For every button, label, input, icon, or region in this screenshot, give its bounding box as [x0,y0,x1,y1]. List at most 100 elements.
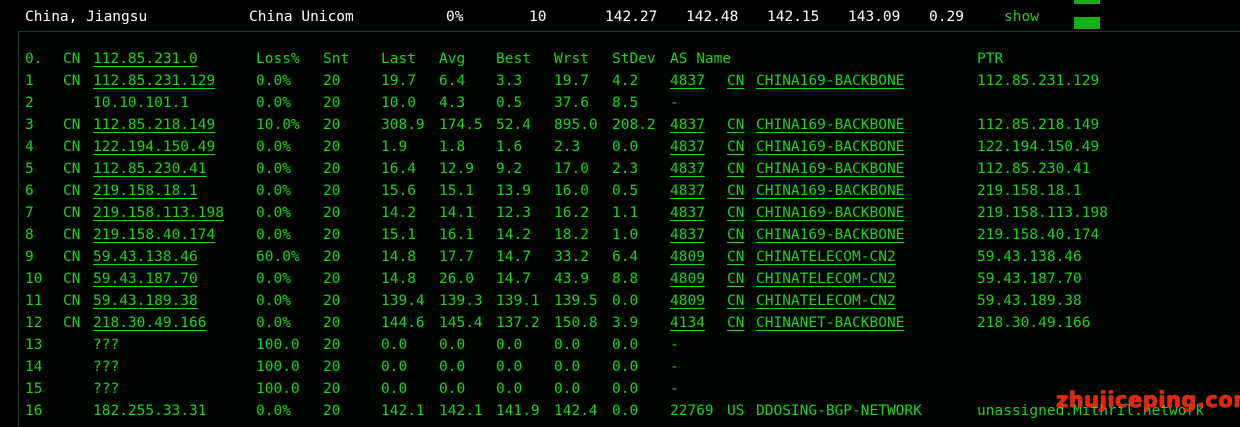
hop-asn[interactable]: - [670,378,679,400]
hop-asname[interactable]: CHINATELECOM-CN2 [756,246,896,268]
hop-host[interactable]: 59.43.187.70 [93,268,198,290]
hop-host[interactable]: 112.85.218.149 [93,114,215,136]
hop-best: 3.3 [496,73,523,89]
hop-best: 1.6 [496,139,523,155]
hop-asn[interactable]: 4837 [670,136,705,158]
hop-asname[interactable]: CHINA169-BACKBONE [756,136,904,158]
hop-asname[interactable]: CHINATELECOM-CN2 [756,290,896,312]
hop-host[interactable]: 218.30.49.166 [93,312,207,334]
header-hop: 0. [25,51,43,67]
hop-host[interactable]: 112.85.231.129 [93,70,215,92]
hop-ascc[interactable]: CN [727,246,744,268]
hop-asn[interactable]: 4809 [670,290,705,312]
hop-asn[interactable]: - [670,334,679,356]
hop-asname[interactable]: CHINATELECOM-CN2 [756,268,896,290]
hop-ascc[interactable]: CN [727,202,744,224]
hop-wrst: 16.2 [554,205,589,221]
hop-asname[interactable]: CHINA169-BACKBONE [756,114,904,136]
hop-host[interactable]: 10.10.101.1 [93,92,189,114]
hop-ascc[interactable]: CN [727,114,744,136]
hop-host[interactable]: 182.255.33.31 [93,400,207,422]
hop-ascc[interactable]: CN [727,136,744,158]
hop-host[interactable]: 219.158.40.174 [93,224,215,246]
hop-asn[interactable]: 4134 [670,312,705,334]
hop-avg: 145.4 [439,315,483,331]
hop-best: 14.7 [496,271,531,287]
hop-host[interactable]: 59.43.189.38 [93,290,198,312]
hop-asname[interactable]: CHINA169-BACKBONE [756,158,904,180]
hop-asname[interactable]: CHINA169-BACKBONE [756,180,904,202]
hop-ascc[interactable]: CN [727,158,744,180]
hop-asname[interactable]: CHINANET-BACKBONE [756,312,904,334]
hop-ptr: 112.85.218.149 [977,117,1100,133]
hop-hop: 10 [25,271,43,287]
header-ptr: PTR [977,51,1004,67]
hop-asname[interactable]: CHINA169-BACKBONE [756,202,904,224]
hop-best: 0.5 [496,95,523,111]
header-avg: Avg [439,51,466,67]
table-row: 5 CN 112.85.230.41 0.0% 20 16.4 12.9 9.2 17.0 2.3… [0,158,1240,180]
hop-hop: 6 [25,183,34,199]
hop-wrst: 37.6 [554,95,589,111]
hop-ptr: 219.158.113.198 [977,205,1108,221]
hop-asn[interactable]: 4809 [670,268,705,290]
hop-asn[interactable]: - [670,356,679,378]
header-host[interactable]: 112.85.231.0 [93,48,198,70]
hop-ascc[interactable]: CN [727,290,744,312]
hop-ascc[interactable]: CN [727,268,744,290]
hop-ascc[interactable]: CN [727,70,744,92]
hop-snt: 20 [323,73,341,89]
hop-host[interactable]: 219.158.18.1 [93,180,198,202]
hop-asname[interactable]: CHINA169-BACKBONE [756,70,904,92]
hop-host[interactable]: 112.85.230.41 [93,158,207,180]
hop-ascc[interactable]: CN [727,224,744,246]
hop-wrst: 895.0 [554,117,598,133]
hop-hop: 16 [25,403,43,419]
hop-asname[interactable]: CHINA169-BACKBONE [756,224,904,246]
show-link[interactable]: show [1004,8,1039,26]
hop-host[interactable]: 219.158.113.198 [93,202,224,224]
hop-cc: CN [63,117,81,133]
hop-best: 14.2 [496,227,531,243]
hop-asn[interactable]: 4837 [670,114,705,136]
hop-asn[interactable]: 22769 [670,400,714,422]
hop-snt: 20 [323,183,341,199]
table-row: 3 CN 112.85.218.149 10.0% 20 308.9 174.5 52.4 89… [0,114,1240,136]
hop-avg: 0.0 [439,359,466,375]
hop-wrst: 17.0 [554,161,589,177]
hop-host[interactable]: 59.43.138.46 [93,246,198,268]
hop-stdev: 0.0 [612,139,639,155]
hop-cc: CN [63,227,81,243]
hop-asn[interactable]: 4837 [670,70,705,92]
hop-asn[interactable]: 4837 [670,180,705,202]
hop-asn[interactable]: 4837 [670,202,705,224]
hop-host[interactable]: ??? [93,334,119,356]
hop-ascc[interactable]: US [727,400,744,422]
hop-cc: CN [63,271,81,287]
hop-host[interactable]: ??? [93,356,119,378]
hop-ascc[interactable]: CN [727,180,744,202]
hop-best: 14.7 [496,249,531,265]
hop-hop: 7 [25,205,34,221]
hop-best: 13.9 [496,183,531,199]
summary-worst: 143.09 [848,9,901,25]
hop-ptr: 122.194.150.49 [977,139,1100,155]
hop-stdev: 1.0 [612,227,639,243]
table-header: 0. CN 112.85.231.0 Loss% Snt Last Avg Be… [0,48,1240,70]
hop-hop: 9 [25,249,34,265]
hop-asn[interactable]: 4837 [670,224,705,246]
hop-host[interactable]: ??? [93,378,119,400]
hop-asn[interactable]: - [670,92,679,114]
hop-avg: 14.1 [439,205,474,221]
hop-host[interactable]: 122.194.150.49 [93,136,215,158]
table-row: 16 182.255.33.31 0.0% 20 142.1 142.1 141.9 142.… [0,400,1240,422]
hop-last: 0.0 [381,337,408,353]
summary-avg: 142.48 [686,9,739,25]
hop-ascc[interactable]: CN [727,312,744,334]
hop-snt: 20 [323,337,341,353]
hop-asn[interactable]: 4809 [670,246,705,268]
header-asname: AS Name [670,51,732,67]
hop-asname[interactable]: DDOSING-BGP-NETWORK [756,400,922,422]
hop-loss: 10.0% [256,117,300,133]
hop-asn[interactable]: 4837 [670,158,705,180]
